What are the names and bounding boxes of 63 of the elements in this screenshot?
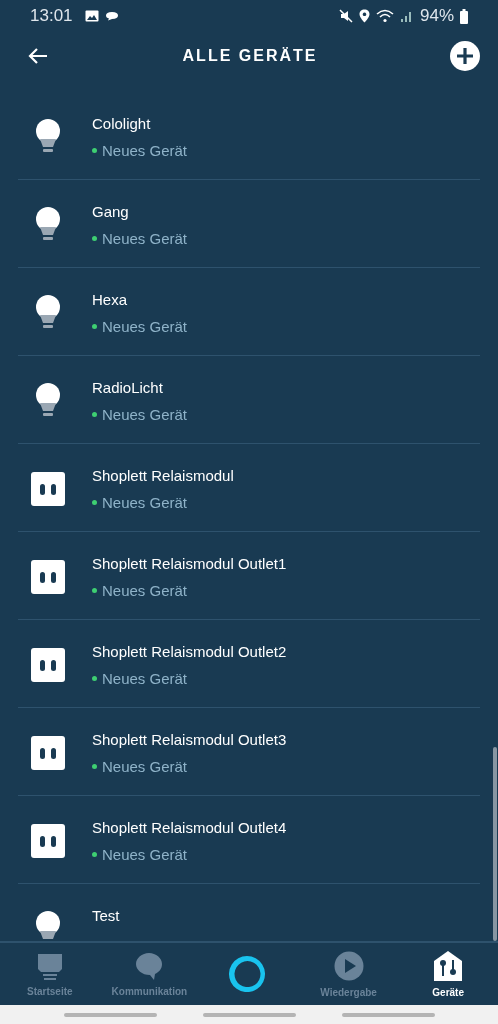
device-name: RadioLicht — [92, 379, 164, 396]
status-dot-icon — [92, 676, 97, 681]
device-row[interactable]: Shoplett Relaismodul Outlet2 Neues Gerät — [18, 620, 480, 708]
battery-icon — [460, 8, 468, 24]
nav-tab[interactable]: Geräte — [398, 943, 498, 1005]
device-name: Gang — [92, 203, 130, 220]
plug-icon — [30, 559, 66, 595]
status-dot-icon — [92, 500, 97, 505]
house-icon — [434, 950, 463, 981]
battery-level: 94% — [419, 6, 454, 26]
device-status: Neues Gerät — [102, 230, 188, 247]
status-dot-icon — [92, 588, 97, 593]
device-status: Neues Gerät — [102, 318, 188, 335]
device-status: Neues Gerät — [102, 846, 188, 863]
device-row[interactable]: Gang Neues Gerät — [18, 180, 480, 268]
light-bulb-icon — [35, 207, 61, 243]
plug-icon — [30, 735, 66, 771]
light-bulb-icon — [35, 295, 61, 331]
device-row[interactable]: RadioLicht Neues Gerät — [18, 356, 480, 444]
device-status: Neues Gerät — [102, 582, 188, 599]
device-name: Cololight — [92, 115, 152, 132]
signal-icon — [399, 9, 414, 23]
device-name: Shoplett Relaismodul Outlet1 — [92, 555, 287, 572]
page-title: ALLE GERÄTE — [182, 47, 318, 65]
add-button[interactable] — [450, 41, 480, 71]
device-name: Shoplett Relaismodul Outlet2 — [92, 643, 287, 660]
device-status: Neues Gerät — [102, 758, 188, 775]
play-icon — [333, 950, 364, 981]
message-icon — [104, 11, 119, 21]
device-status: Neues Gerät — [102, 142, 188, 159]
device-status: Neues Gerät — [102, 494, 188, 511]
plug-icon — [30, 823, 66, 859]
device-name: Test — [92, 907, 120, 924]
device-name: Shoplett Relaismodul — [92, 467, 234, 484]
plug-icon — [30, 647, 66, 683]
plug-icon — [30, 471, 66, 507]
status-dot-icon — [92, 148, 97, 153]
device-row[interactable]: Shoplett Relaismodul Outlet3 Neues Gerät — [18, 708, 480, 796]
device-row[interactable]: Shoplett Relaismodul Outlet4 Neues Gerät — [18, 796, 480, 884]
status-dot-icon — [92, 764, 97, 769]
speech-bubble-icon — [135, 951, 164, 980]
device-name: Shoplett Relaismodul Outlet4 — [92, 819, 287, 836]
status-dot-icon — [92, 412, 97, 417]
device-row[interactable]: Cololight Neues Gerät — [18, 92, 480, 180]
mute-icon — [338, 9, 353, 23]
device-status: Neues Gerät — [102, 406, 188, 423]
light-bulb-icon — [35, 119, 61, 155]
status-time: 13:01 — [30, 6, 73, 26]
device-status: Neues Gerät — [102, 670, 188, 687]
device-row[interactable]: Shoplett Relaismodul Neues Gerät — [18, 444, 480, 532]
status-dot-icon — [92, 236, 97, 241]
device-name: Hexa — [92, 291, 129, 308]
light-bulb-icon — [35, 911, 61, 941]
status-dot-icon — [92, 324, 97, 329]
device-row[interactable]: Shoplett Relaismodul Outlet1 Neues Gerät — [18, 532, 480, 620]
device-name: Shoplett Relaismodul Outlet3 — [92, 731, 287, 748]
light-bulb-icon — [35, 383, 61, 419]
home-icon — [35, 951, 64, 980]
image-icon — [84, 10, 99, 22]
device-row[interactable]: Hexa Neues Gerät — [18, 268, 480, 356]
location-icon — [358, 9, 370, 23]
wifi-icon — [375, 9, 394, 23]
status-dot-icon — [92, 852, 97, 857]
